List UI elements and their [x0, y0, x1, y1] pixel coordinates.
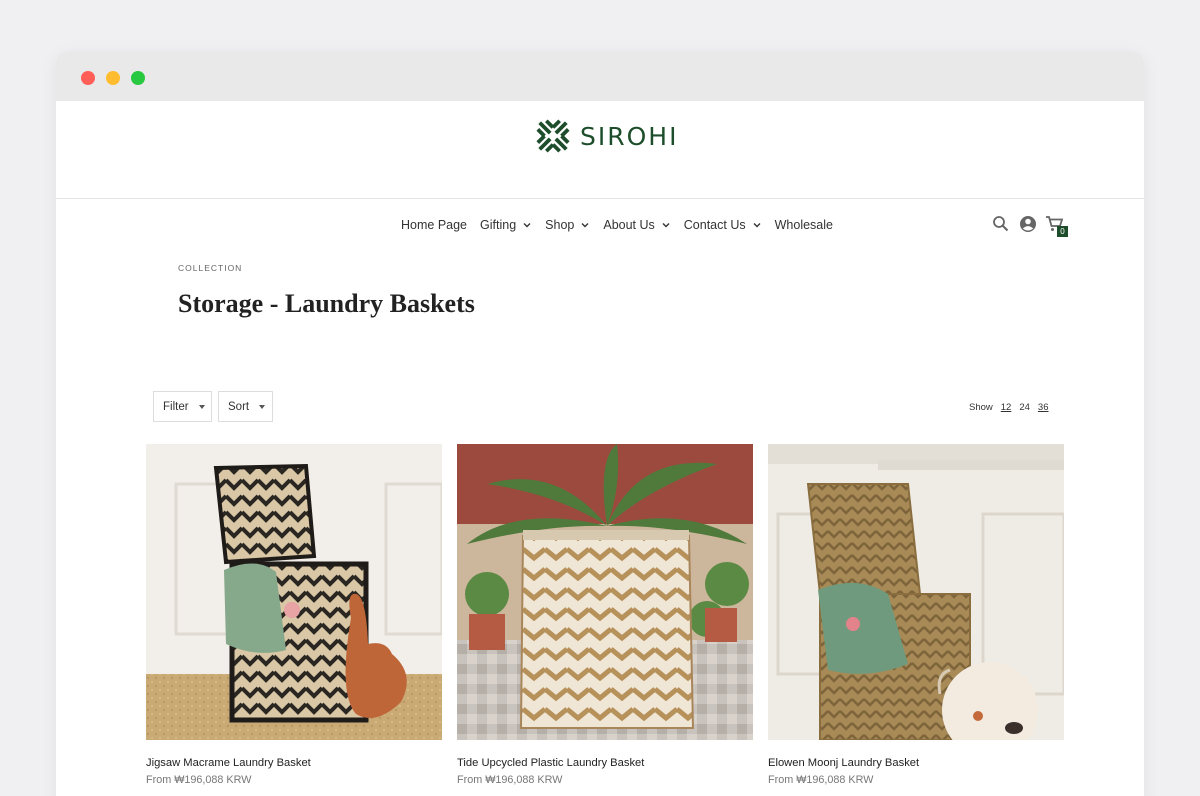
brand-logo[interactable]: SIROHI — [534, 117, 678, 155]
nav-item-label: Home Page — [401, 218, 468, 232]
product-price: From ₩196,088 KRW — [768, 774, 874, 786]
filter-button[interactable]: Filter — [153, 391, 212, 422]
caret-down-icon — [198, 404, 205, 409]
show-option-24[interactable]: 24 — [1019, 402, 1030, 413]
site-header: SIROHI Home Page Gifting Shop About Us C… — [56, 101, 1144, 237]
chevron-down-icon — [753, 223, 761, 228]
nav-item-wholesale[interactable]: Wholesale — [775, 218, 833, 232]
nav-item-label: Gifting — [480, 218, 517, 232]
product-name[interactable]: Jigsaw Macrame Laundry Basket — [146, 757, 442, 769]
collection-eyebrow: COLLECTION — [178, 263, 243, 273]
chevron-down-icon — [662, 223, 670, 228]
caret-down-icon — [259, 404, 266, 409]
nav-item-gifting[interactable]: Gifting — [480, 218, 532, 232]
chevron-down-icon — [523, 223, 531, 228]
product-name[interactable]: Elowen Moonj Laundry Basket — [768, 757, 1064, 769]
maximize-window-button[interactable] — [131, 71, 145, 85]
product-card[interactable]: Jigsaw Macrame Laundry Basket From ₩196,… — [146, 444, 442, 786]
filter-label: Filter — [163, 400, 189, 413]
nav-item-label: About Us — [603, 218, 655, 232]
account-button[interactable] — [1018, 214, 1038, 234]
product-card[interactable]: Elowen Moonj Laundry Basket From ₩196,08… — [768, 444, 1064, 786]
window-titlebar — [56, 51, 1144, 101]
sort-label: Sort — [228, 400, 250, 413]
main-nav: Home Page Gifting Shop About Us Contact … — [401, 216, 846, 234]
nav-item-about-us[interactable]: About Us — [603, 218, 670, 232]
search-icon — [993, 216, 1009, 232]
account-icon — [1020, 216, 1036, 232]
page-title: Storage - Laundry Baskets — [178, 289, 475, 318]
tide-basket-image — [457, 444, 753, 740]
sort-button[interactable]: Sort — [218, 391, 273, 422]
nav-item-contact-us[interactable]: Contact Us — [684, 218, 762, 232]
minimize-window-button[interactable] — [106, 71, 120, 85]
nav-item-label: Wholesale — [774, 218, 833, 232]
product-image[interactable] — [457, 444, 753, 740]
cart-button[interactable]: 0 — [1045, 214, 1068, 237]
show-label: Show — [969, 402, 993, 413]
page-size-selector: Show 12 24 36 — [969, 402, 1049, 413]
nav-item-label: Contact Us — [683, 218, 746, 232]
jigsaw-basket-image — [146, 444, 442, 740]
product-price: From ₩196,088 KRW — [146, 774, 252, 786]
nav-item-shop[interactable]: Shop — [545, 218, 590, 232]
elowen-basket-image — [768, 444, 1064, 740]
product-name[interactable]: Tide Upcycled Plastic Laundry Basket — [457, 757, 753, 769]
chevron-down-icon — [581, 223, 589, 228]
product-image[interactable] — [146, 444, 442, 740]
nav-item-home-page[interactable]: Home Page — [401, 218, 467, 232]
browser-window: SIROHI Home Page Gifting Shop About Us C… — [56, 51, 1144, 796]
cart-count-badge: 0 — [1057, 226, 1068, 237]
show-option-36[interactable]: 36 — [1038, 402, 1049, 413]
close-window-button[interactable] — [81, 71, 95, 85]
nav-item-label: Shop — [545, 218, 575, 232]
product-image[interactable] — [768, 444, 1064, 740]
header-icons: 0 — [991, 214, 1072, 237]
product-price: From ₩196,088 KRW — [457, 774, 563, 786]
product-card[interactable]: Tide Upcycled Plastic Laundry Basket Fro… — [457, 444, 753, 786]
search-button[interactable] — [991, 214, 1011, 234]
cross-weave-logo-icon — [536, 119, 570, 153]
brand-name: SIROHI — [580, 121, 679, 151]
show-option-12[interactable]: 12 — [1001, 402, 1012, 413]
